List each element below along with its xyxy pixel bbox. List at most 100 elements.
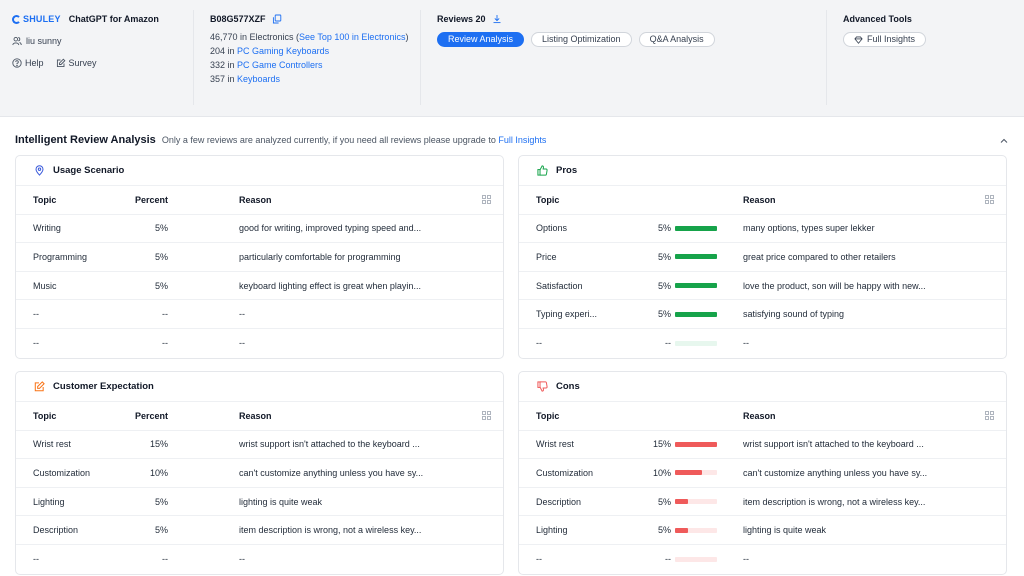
tools-column: Advanced Tools Full Insights bbox=[826, 10, 1016, 105]
product-header: SHULEY ChatGPT for Amazon liu sunny Help… bbox=[0, 0, 1024, 117]
grid-view-icon[interactable] bbox=[480, 186, 492, 214]
help-link[interactable]: Help bbox=[12, 58, 44, 68]
percent-cell: 5% bbox=[154, 496, 168, 507]
percent-bar-fill bbox=[675, 470, 703, 476]
shuley-logo[interactable]: SHULEY bbox=[12, 14, 61, 24]
table-row[interactable]: Description 5% item description is wrong, … bbox=[16, 516, 503, 545]
top100-link[interactable]: See Top 100 in Electronics bbox=[299, 32, 405, 42]
percent-cell: 5% bbox=[657, 525, 671, 536]
reason-cell: -- bbox=[743, 338, 749, 349]
table-row[interactable]: Options 5% many options, types super lekke… bbox=[519, 215, 1006, 244]
copy-icon[interactable] bbox=[272, 14, 282, 24]
reason-cell: lighting is quite weak bbox=[743, 525, 827, 536]
help-label: Help bbox=[25, 58, 44, 68]
card-header: Usage Scenario bbox=[16, 156, 503, 186]
reason-cell: item description is wrong, not a wireles… bbox=[239, 525, 422, 536]
tab-review-analysis[interactable]: Review Analysis bbox=[437, 32, 525, 47]
download-icon[interactable] bbox=[492, 14, 502, 24]
asin: B08G577XZF bbox=[210, 14, 266, 24]
reason-cell: great price compared to other retailers bbox=[743, 251, 896, 262]
table-row[interactable]: Customization 10% can't customize anything… bbox=[519, 459, 1006, 488]
reason-cell: -- bbox=[743, 554, 749, 565]
table-row[interactable]: Price 5% great price compared to other ret… bbox=[519, 243, 1006, 272]
topic-cell: Programming bbox=[33, 251, 88, 262]
topic-cell: -- bbox=[33, 554, 39, 565]
table-row: -- -- -- bbox=[16, 545, 503, 574]
col-reason: Reason bbox=[743, 194, 776, 205]
percent-cell: 5% bbox=[657, 223, 671, 234]
users-icon bbox=[12, 36, 22, 46]
table-row[interactable]: Writing 5% good for writing, improved typi… bbox=[16, 215, 503, 244]
topic-cell: Satisfaction bbox=[536, 280, 583, 291]
grid-view-icon[interactable] bbox=[480, 402, 492, 430]
analysis-tabs: Review Analysis Listing Optimization Q&A… bbox=[437, 32, 825, 47]
topic-cell: -- bbox=[536, 554, 542, 565]
survey-label: Survey bbox=[68, 58, 97, 68]
topic-cell: Price bbox=[536, 251, 557, 262]
reason-cell: wrist support isn't attached to the keyb… bbox=[239, 439, 420, 450]
location-pin-icon bbox=[34, 165, 45, 176]
percent-cell: 10% bbox=[652, 467, 671, 478]
category-link[interactable]: PC Game Controllers bbox=[237, 60, 323, 70]
table-row[interactable]: Description 5% item description is wrong, … bbox=[519, 488, 1006, 517]
table-row[interactable]: Wrist rest 15% wrist support isn't attache… bbox=[519, 431, 1006, 460]
topic-cell: Wrist rest bbox=[33, 439, 71, 450]
percent-bar-fill bbox=[675, 225, 717, 231]
full-insights-button[interactable]: Full Insights bbox=[843, 32, 927, 47]
app-title: ChatGPT for Amazon bbox=[68, 14, 159, 24]
percent-cell: 5% bbox=[154, 223, 168, 234]
topic-cell: Lighting bbox=[536, 525, 568, 536]
tools-title: Advanced Tools bbox=[843, 14, 912, 24]
table-row[interactable]: Lighting 5% lighting is quite weak bbox=[16, 488, 503, 517]
reason-cell: can't customize anything unless you have… bbox=[743, 467, 928, 478]
logo-mark-icon bbox=[12, 14, 21, 24]
card-header: Pros bbox=[519, 156, 1006, 186]
upgrade-link[interactable]: Full Insights bbox=[498, 135, 546, 145]
full-insights-label: Full Insights bbox=[867, 34, 916, 44]
percent-cell: 5% bbox=[154, 251, 168, 262]
customer-expectation-card: Customer Expectation Topic Percent Reaso… bbox=[15, 371, 504, 575]
topic-cell: -- bbox=[33, 309, 39, 320]
col-reason: Reason bbox=[239, 194, 272, 205]
section-note: Only a few reviews are analyzed currentl… bbox=[162, 135, 547, 145]
grid-view-icon[interactable] bbox=[983, 402, 995, 430]
rank-number: 357 in bbox=[210, 74, 238, 84]
percent-bar-fill bbox=[675, 527, 689, 533]
table-row[interactable]: Customization 10% can't customize anything… bbox=[16, 459, 503, 488]
card-title: Usage Scenario bbox=[53, 165, 125, 176]
table-row[interactable]: Programming 5% particularly comfortable fo… bbox=[16, 243, 503, 272]
col-reason: Reason bbox=[743, 410, 776, 421]
percent-cell: -- bbox=[162, 338, 168, 349]
table-row[interactable]: Lighting 5% lighting is quite weak bbox=[519, 516, 1006, 545]
percent-cell: 15% bbox=[652, 439, 671, 450]
tab-listing-optimization[interactable]: Listing Optimization bbox=[531, 32, 632, 47]
percent-bar-fill bbox=[675, 441, 717, 447]
reason-cell: particularly comfortable for programming bbox=[239, 251, 401, 262]
topic-cell: Description bbox=[536, 496, 582, 507]
percent-bar bbox=[675, 488, 717, 516]
category-link[interactable]: Keyboards bbox=[237, 74, 280, 84]
rank-line: 204 in PC Gaming Keyboards bbox=[210, 44, 418, 58]
card-header: Cons bbox=[519, 372, 1006, 402]
percent-cell: 15% bbox=[149, 439, 168, 450]
survey-link[interactable]: Survey bbox=[56, 58, 97, 68]
table-row[interactable]: Satisfaction 5% love the product, son will… bbox=[519, 272, 1006, 301]
section-title: Intelligent Review Analysis bbox=[15, 134, 156, 146]
tab-qa-analysis[interactable]: Q&A Analysis bbox=[638, 32, 715, 47]
table-header: Topic Reason bbox=[519, 186, 1006, 215]
thumbs-down-icon bbox=[537, 381, 548, 392]
reason-cell: item description is wrong, not a wireles… bbox=[743, 496, 926, 507]
reason-cell: -- bbox=[239, 554, 245, 565]
table-row[interactable]: Typing experi... 5% satisfying sound of ty… bbox=[519, 300, 1006, 329]
table-row[interactable]: Music 5% keyboard lighting effect is great… bbox=[16, 272, 503, 301]
percent-bar bbox=[675, 300, 717, 328]
question-circle-icon bbox=[12, 58, 22, 68]
category-link[interactable]: PC Gaming Keyboards bbox=[237, 46, 329, 56]
percent-cell: 5% bbox=[657, 280, 671, 291]
reason-cell: lighting is quite weak bbox=[239, 496, 323, 507]
topic-cell: Description bbox=[33, 525, 79, 536]
chevron-up-icon[interactable] bbox=[998, 134, 1010, 146]
table-row[interactable]: Wrist rest 15% wrist support isn't attache… bbox=[16, 431, 503, 460]
grid-view-icon[interactable] bbox=[983, 186, 995, 214]
col-topic: Topic bbox=[536, 410, 560, 421]
